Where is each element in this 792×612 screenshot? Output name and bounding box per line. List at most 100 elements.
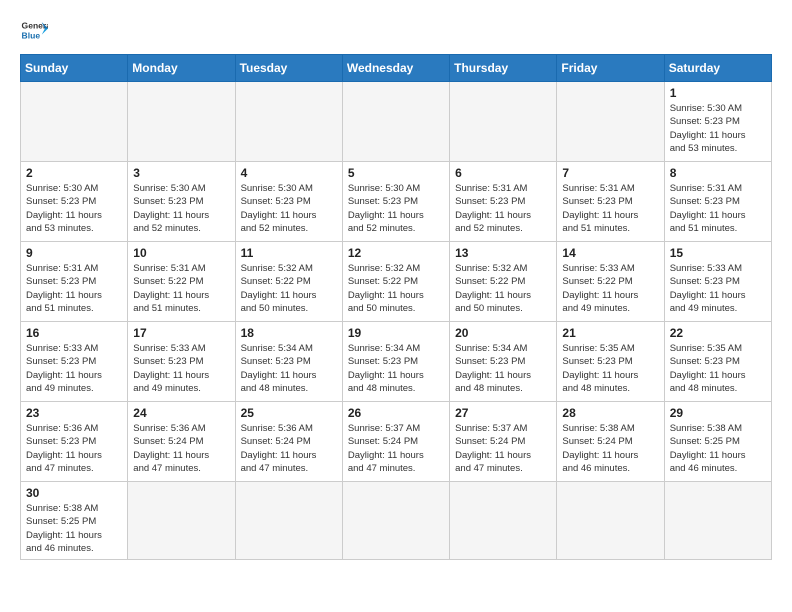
calendar-cell: 9 Sunrise: 5:31 AM Sunset: 5:23 PM Daylig…	[21, 242, 128, 322]
day-number: 22	[670, 326, 766, 340]
day-info: Sunrise: 5:38 AM Sunset: 5:25 PM Dayligh…	[26, 502, 122, 555]
weekday-header-wednesday: Wednesday	[342, 55, 449, 82]
day-number: 26	[348, 406, 444, 420]
day-info: Sunrise: 5:32 AM Sunset: 5:22 PM Dayligh…	[455, 262, 551, 315]
calendar-cell: 28Sunrise: 5:38 AM Sunset: 5:24 PM Dayli…	[557, 402, 664, 482]
calendar-cell: 24 Sunrise: 5:36 AM Sunset: 5:24 PM Dayli…	[128, 402, 235, 482]
weekday-header-thursday: Thursday	[450, 55, 557, 82]
calendar-cell: 19 Sunrise: 5:34 AM Sunset: 5:23 PM Dayli…	[342, 322, 449, 402]
day-info: Sunrise: 5:30 AM Sunset: 5:23 PM Dayligh…	[241, 182, 337, 235]
calendar-cell: 8 Sunrise: 5:31 AM Sunset: 5:23 PM Daylig…	[664, 162, 771, 242]
calendar-cell: 20 Sunrise: 5:34 AM Sunset: 5:23 PM Dayli…	[450, 322, 557, 402]
day-number: 2	[26, 166, 122, 180]
day-info: Sunrise: 5:32 AM Sunset: 5:22 PM Dayligh…	[241, 262, 337, 315]
weekday-header-monday: Monday	[128, 55, 235, 82]
calendar-cell: 2 Sunrise: 5:30 AM Sunset: 5:23 PM Daylig…	[21, 162, 128, 242]
day-info: Sunrise: 5:33 AM Sunset: 5:23 PM Dayligh…	[133, 342, 229, 395]
calendar-cell: 10 Sunrise: 5:31 AM Sunset: 5:22 PM Dayli…	[128, 242, 235, 322]
day-info: Sunrise: 5:35 AM Sunset: 5:23 PM Dayligh…	[562, 342, 658, 395]
day-number: 13	[455, 246, 551, 260]
calendar-cell: 16 Sunrise: 5:33 AM Sunset: 5:23 PM Dayli…	[21, 322, 128, 402]
calendar-cell	[664, 482, 771, 560]
day-number: 16	[26, 326, 122, 340]
day-info: Sunrise: 5:36 AM Sunset: 5:23 PM Dayligh…	[26, 422, 122, 475]
day-number: 29	[670, 406, 766, 420]
day-number: 20	[455, 326, 551, 340]
day-info: Sunrise: 5:32 AM Sunset: 5:22 PM Dayligh…	[348, 262, 444, 315]
calendar-cell	[342, 82, 449, 162]
day-info: Sunrise: 5:30 AM Sunset: 5:23 PM Dayligh…	[670, 102, 766, 155]
day-info: Sunrise: 5:33 AM Sunset: 5:22 PM Dayligh…	[562, 262, 658, 315]
day-info: Sunrise: 5:34 AM Sunset: 5:23 PM Dayligh…	[455, 342, 551, 395]
day-number: 24	[133, 406, 229, 420]
day-info: Sunrise: 5:31 AM Sunset: 5:23 PM Dayligh…	[455, 182, 551, 235]
weekday-header-tuesday: Tuesday	[235, 55, 342, 82]
calendar-cell: 30 Sunrise: 5:38 AM Sunset: 5:25 PM Dayli…	[21, 482, 128, 560]
day-info: Sunrise: 5:33 AM Sunset: 5:23 PM Dayligh…	[670, 262, 766, 315]
day-info: Sunrise: 5:31 AM Sunset: 5:23 PM Dayligh…	[26, 262, 122, 315]
day-number: 27	[455, 406, 551, 420]
calendar-cell	[450, 482, 557, 560]
calendar-cell: 23 Sunrise: 5:36 AM Sunset: 5:23 PM Dayli…	[21, 402, 128, 482]
day-number: 8	[670, 166, 766, 180]
calendar-cell: 27 Sunrise: 5:37 AM Sunset: 5:24 PM Dayli…	[450, 402, 557, 482]
day-info: Sunrise: 5:31 AM Sunset: 5:22 PM Dayligh…	[133, 262, 229, 315]
header: General Blue	[20, 16, 772, 44]
day-number: 6	[455, 166, 551, 180]
calendar-cell: 6 Sunrise: 5:31 AM Sunset: 5:23 PM Daylig…	[450, 162, 557, 242]
weekday-header-friday: Friday	[557, 55, 664, 82]
day-info: Sunrise: 5:30 AM Sunset: 5:23 PM Dayligh…	[348, 182, 444, 235]
day-number: 21	[562, 326, 658, 340]
calendar-cell: 1 Sunrise: 5:30 AM Sunset: 5:23 PM Daylig…	[664, 82, 771, 162]
day-number: 5	[348, 166, 444, 180]
day-number: 14	[562, 246, 658, 260]
day-info: Sunrise: 5:36 AM Sunset: 5:24 PM Dayligh…	[241, 422, 337, 475]
svg-text:Blue: Blue	[22, 31, 41, 41]
day-number: 1	[670, 86, 766, 100]
day-number: 9	[26, 246, 122, 260]
calendar-cell	[557, 82, 664, 162]
calendar-cell	[21, 82, 128, 162]
day-number: 10	[133, 246, 229, 260]
calendar-cell: 29 Sunrise: 5:38 AM Sunset: 5:25 PM Dayli…	[664, 402, 771, 482]
day-info: Sunrise: 5:37 AM Sunset: 5:24 PM Dayligh…	[455, 422, 551, 475]
day-info: Sunrise: 5:31 AM Sunset: 5:23 PM Dayligh…	[670, 182, 766, 235]
day-info: Sunrise: 5:35 AM Sunset: 5:23 PM Dayligh…	[670, 342, 766, 395]
logo: General Blue	[20, 16, 48, 44]
day-info: Sunrise: 5:30 AM Sunset: 5:23 PM Dayligh…	[26, 182, 122, 235]
day-info: Sunrise: 5:33 AM Sunset: 5:23 PM Dayligh…	[26, 342, 122, 395]
calendar-cell: 14 Sunrise: 5:33 AM Sunset: 5:22 PM Dayli…	[557, 242, 664, 322]
calendar-cell: 26Sunrise: 5:37 AM Sunset: 5:24 PM Dayli…	[342, 402, 449, 482]
day-number: 15	[670, 246, 766, 260]
calendar-cell: 12 Sunrise: 5:32 AM Sunset: 5:22 PM Dayli…	[342, 242, 449, 322]
calendar-table: SundayMondayTuesdayWednesdayThursdayFrid…	[20, 54, 772, 560]
day-number: 23	[26, 406, 122, 420]
calendar-cell: 4 Sunrise: 5:30 AM Sunset: 5:23 PM Daylig…	[235, 162, 342, 242]
day-info: Sunrise: 5:38 AM Sunset: 5:25 PM Dayligh…	[670, 422, 766, 475]
calendar-cell: 15 Sunrise: 5:33 AM Sunset: 5:23 PM Dayli…	[664, 242, 771, 322]
calendar-cell: 22 Sunrise: 5:35 AM Sunset: 5:23 PM Dayli…	[664, 322, 771, 402]
calendar-cell: 7Sunrise: 5:31 AM Sunset: 5:23 PM Daylig…	[557, 162, 664, 242]
day-info: Sunrise: 5:34 AM Sunset: 5:23 PM Dayligh…	[348, 342, 444, 395]
day-info: Sunrise: 5:36 AM Sunset: 5:24 PM Dayligh…	[133, 422, 229, 475]
generalblue-logo-icon: General Blue	[20, 16, 48, 44]
calendar-cell	[235, 82, 342, 162]
calendar-cell	[128, 82, 235, 162]
day-info: Sunrise: 5:31 AM Sunset: 5:23 PM Dayligh…	[562, 182, 658, 235]
weekday-header-sunday: Sunday	[21, 55, 128, 82]
calendar-cell	[342, 482, 449, 560]
day-number: 30	[26, 486, 122, 500]
day-number: 18	[241, 326, 337, 340]
day-info: Sunrise: 5:30 AM Sunset: 5:23 PM Dayligh…	[133, 182, 229, 235]
calendar-cell	[128, 482, 235, 560]
day-number: 4	[241, 166, 337, 180]
calendar-cell: 21 Sunrise: 5:35 AM Sunset: 5:23 PM Dayli…	[557, 322, 664, 402]
day-number: 11	[241, 246, 337, 260]
day-number: 12	[348, 246, 444, 260]
calendar-cell: 17Sunrise: 5:33 AM Sunset: 5:23 PM Dayli…	[128, 322, 235, 402]
day-number: 19	[348, 326, 444, 340]
calendar-cell: 25Sunrise: 5:36 AM Sunset: 5:24 PM Dayli…	[235, 402, 342, 482]
calendar-cell	[557, 482, 664, 560]
day-number: 3	[133, 166, 229, 180]
day-info: Sunrise: 5:34 AM Sunset: 5:23 PM Dayligh…	[241, 342, 337, 395]
